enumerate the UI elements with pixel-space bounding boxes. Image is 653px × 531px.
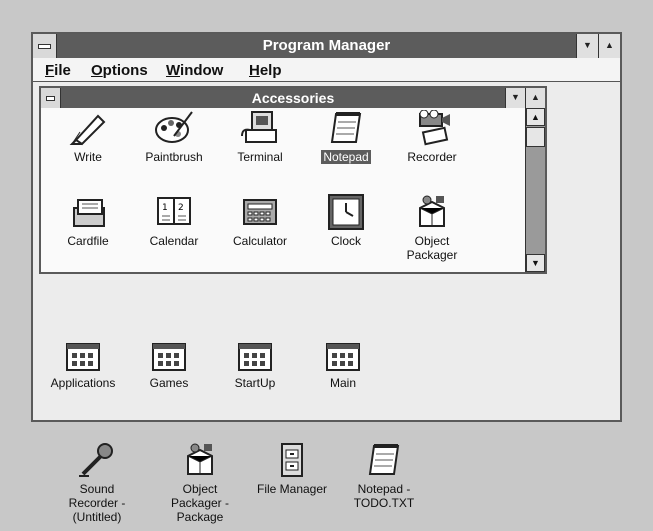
program-item-cardfile[interactable]: Cardfile bbox=[46, 194, 130, 248]
file-manager-icon bbox=[281, 443, 303, 477]
accessories-title-bar[interactable]: Accessories ▼ ▲ bbox=[41, 88, 545, 108]
group-minimize-button[interactable]: ▼ bbox=[505, 88, 525, 108]
menu-window[interactable]: Window bbox=[166, 62, 223, 79]
group-label: Applications bbox=[50, 376, 116, 390]
program-group-icon bbox=[66, 343, 100, 371]
program-item-terminal[interactable]: Terminal bbox=[218, 110, 302, 164]
desktop-icon-label: Recorder - bbox=[68, 496, 126, 510]
scroll-up-button[interactable]: ▲ bbox=[526, 108, 545, 126]
system-menu-button[interactable] bbox=[33, 34, 57, 58]
program-group-icon bbox=[326, 343, 360, 371]
program-item-write[interactable]: Write bbox=[46, 110, 130, 164]
vertical-scrollbar[interactable]: ▲ ▼ bbox=[525, 108, 545, 272]
object-packager-icon bbox=[187, 443, 213, 475]
desktop-icon-object-packager[interactable]: Object Packager - Package bbox=[158, 442, 242, 524]
program-item-label: Object bbox=[414, 234, 450, 248]
terminal-icon bbox=[241, 111, 277, 143]
program-group-icon bbox=[238, 343, 272, 371]
group-label: StartUp bbox=[234, 376, 276, 390]
program-item-calculator[interactable]: Calculator bbox=[218, 194, 302, 248]
desktop-icon-label: File Manager bbox=[256, 482, 328, 496]
program-item-object-packager[interactable]: Object Packager bbox=[390, 194, 474, 262]
menu-help[interactable]: Help bbox=[249, 62, 282, 79]
group-icon-startup[interactable]: StartUp bbox=[213, 342, 297, 390]
program-item-calendar[interactable]: 12 Calendar bbox=[132, 194, 216, 248]
program-item-label: Calculator bbox=[232, 234, 288, 248]
paintbrush-icon bbox=[155, 111, 193, 143]
cardfile-icon bbox=[73, 199, 105, 227]
desktop-icon-label: TODO.TXT bbox=[353, 496, 415, 510]
desktop-icon-file-manager[interactable]: File Manager bbox=[250, 442, 334, 496]
program-item-clock[interactable]: Clock bbox=[304, 194, 388, 248]
calculator-icon bbox=[243, 199, 277, 225]
program-item-label: Cardfile bbox=[67, 234, 109, 248]
program-item-label: Terminal bbox=[237, 150, 283, 164]
clock-icon bbox=[328, 194, 364, 230]
minimize-button[interactable]: ▼ bbox=[576, 34, 598, 58]
menu-bar: File Options Window Help bbox=[33, 58, 620, 82]
desktop-icon-label: Packager - bbox=[170, 496, 230, 510]
menu-file[interactable]: File bbox=[45, 62, 71, 79]
program-item-paintbrush[interactable]: Paintbrush bbox=[132, 110, 216, 164]
group-label: Main bbox=[329, 376, 356, 390]
write-icon bbox=[69, 114, 106, 146]
desktop-icon-sound-recorder[interactable]: Sound Recorder - (Untitled) bbox=[55, 442, 139, 524]
desktop-icon-label: (Untitled) bbox=[72, 510, 122, 524]
menu-options[interactable]: Options bbox=[91, 62, 148, 79]
program-item-label: Clock bbox=[330, 234, 361, 248]
group-system-menu-button[interactable] bbox=[41, 88, 61, 108]
notepad-icon bbox=[368, 444, 400, 475]
sound-recorder-icon bbox=[79, 443, 113, 477]
svg-text:1: 1 bbox=[162, 203, 168, 213]
group-icon-games[interactable]: Games bbox=[127, 342, 211, 390]
object-packager-icon bbox=[419, 195, 445, 227]
scroll-down-button[interactable]: ▼ bbox=[526, 254, 545, 272]
program-manager-window: Program Manager ▼ ▲ File Options Window … bbox=[31, 32, 622, 422]
group-icon-applications[interactable]: Applications bbox=[41, 342, 125, 390]
notepad-icon bbox=[330, 112, 362, 143]
window-title: Program Manager bbox=[262, 37, 391, 54]
group-icon-main[interactable]: Main bbox=[301, 342, 385, 390]
program-item-recorder[interactable]: Recorder bbox=[390, 110, 474, 164]
accessories-window: Accessories ▼ ▲ ▲ ▼ Write Paintbrush Ter… bbox=[39, 86, 547, 274]
desktop-icon-label: Notepad - bbox=[357, 482, 411, 496]
scroll-thumb[interactable] bbox=[526, 127, 545, 147]
group-title: Accessories bbox=[251, 90, 335, 106]
recorder-icon bbox=[419, 110, 450, 146]
desktop-icon-label: Object bbox=[182, 482, 218, 496]
svg-text:2: 2 bbox=[178, 203, 184, 213]
maximize-button[interactable]: ▲ bbox=[598, 34, 620, 58]
desktop-icon-label: Package bbox=[176, 510, 224, 524]
program-item-label: Write bbox=[74, 150, 102, 164]
group-maximize-button[interactable]: ▲ bbox=[525, 88, 545, 108]
program-item-label-line2: Packager bbox=[406, 248, 458, 262]
calendar-icon: 12 bbox=[157, 197, 191, 225]
desktop-icon-label: Sound bbox=[79, 482, 115, 496]
program-group-icon bbox=[152, 343, 186, 371]
program-item-notepad[interactable]: Notepad bbox=[304, 110, 388, 164]
program-manager-title-bar[interactable]: Program Manager ▼ ▲ bbox=[33, 34, 620, 58]
desktop-icon-notepad-todo[interactable]: Notepad - TODO.TXT bbox=[342, 442, 426, 510]
group-label: Games bbox=[149, 376, 189, 390]
program-item-label: Paintbrush bbox=[145, 150, 203, 164]
program-item-label: Recorder bbox=[407, 150, 457, 164]
program-item-label: Notepad bbox=[321, 150, 371, 164]
program-item-label: Calendar bbox=[149, 234, 199, 248]
